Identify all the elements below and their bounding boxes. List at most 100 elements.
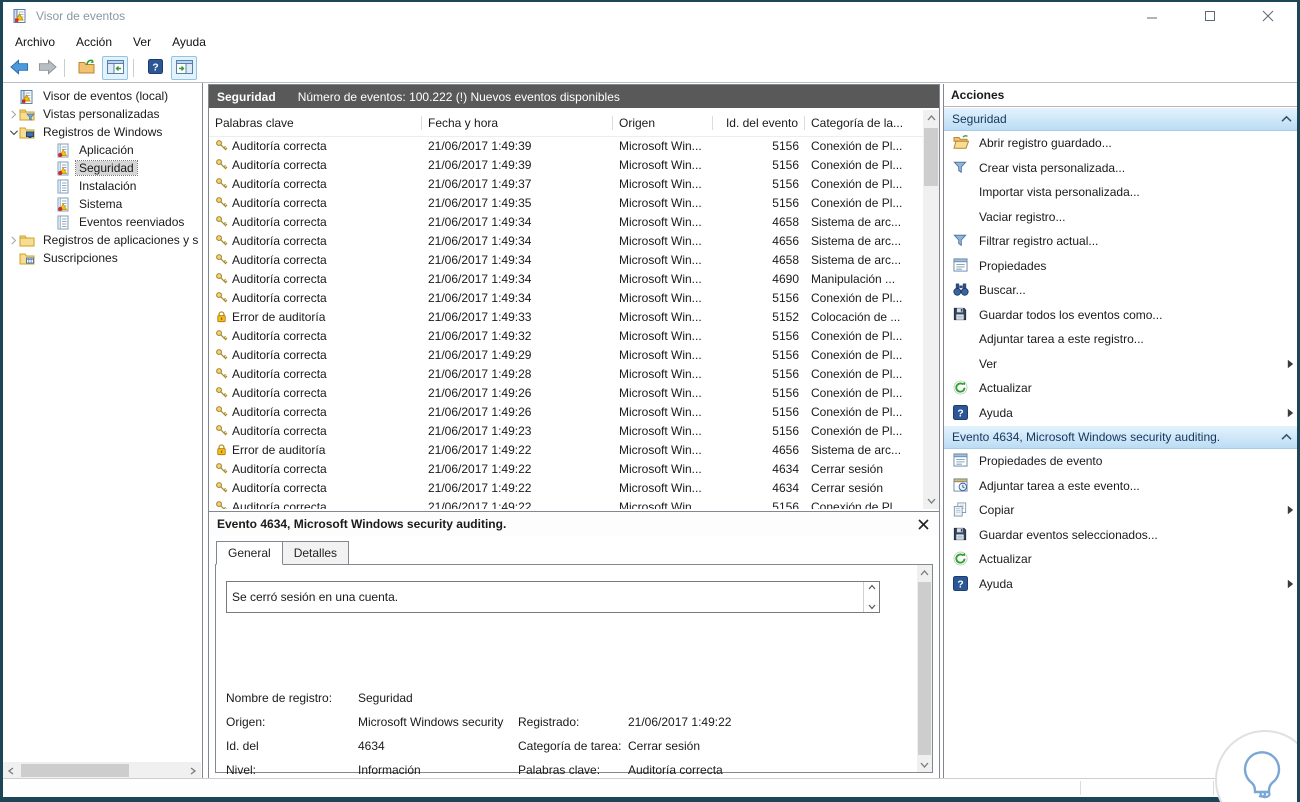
column-header-5[interactable]: Categoría de la... [805, 116, 923, 130]
menu-item-accin[interactable]: Acción [67, 32, 121, 52]
submenu-arrow-icon [1280, 505, 1297, 515]
sidebar-item-instalaci-n[interactable]: Instalación [3, 177, 202, 195]
preview-close-icon[interactable] [915, 516, 931, 532]
toolbar-forward-arrow-button[interactable] [35, 57, 59, 79]
action-item-actualizar[interactable]: Actualizar [944, 376, 1297, 401]
tree-horizontal-scrollbar[interactable] [3, 762, 201, 779]
sidebar-item-aplicaci-n[interactable]: Aplicación [3, 141, 202, 159]
toolbar-export-folder-button[interactable] [74, 57, 98, 79]
table-row[interactable]: Auditoría correcta 21/06/2017 1:49:34 Micr… [209, 231, 923, 250]
description-scroll-stepper[interactable] [863, 582, 879, 612]
table-row[interactable]: Auditoría correcta 21/06/2017 1:49:22 Micr… [209, 478, 923, 497]
action-item-actualizar[interactable]: Actualizar [944, 547, 1297, 572]
action-item-vaciar-registro[interactable]: Vaciar registro... [944, 205, 1297, 230]
table-row[interactable]: Auditoría correcta 21/06/2017 1:49:28 Micr… [209, 364, 923, 383]
column-header-2[interactable]: Fecha y hora [422, 116, 613, 130]
tree-scrollbar-thumb[interactable] [21, 764, 129, 777]
sidebar-item-visor-de-eventos-local-[interactable]: Visor de eventos (local) [3, 87, 202, 105]
action-item-copiar[interactable]: Copiar [944, 498, 1297, 523]
column-header-1[interactable]: Palabras clave [209, 116, 422, 130]
event-description-box[interactable]: Se cerró sesión en una cuenta. [226, 581, 880, 613]
tab-general[interactable]: General [216, 541, 283, 565]
category-cell: Conexión de Pl... [811, 176, 903, 191]
task-icon [953, 478, 969, 494]
scroll-left-icon[interactable] [3, 762, 19, 779]
table-row[interactable]: Auditoría correcta 21/06/2017 1:49:39 Micr… [209, 136, 923, 155]
menu-item-archivo[interactable]: Archivo [6, 32, 64, 52]
category-cell: Sistema de arc... [811, 252, 902, 267]
keywords-cell: Auditoría correcta [209, 139, 422, 153]
action-item-buscar[interactable]: Buscar... [944, 278, 1297, 303]
scroll-up-icon[interactable] [917, 565, 932, 580]
scroll-right-icon[interactable] [185, 762, 201, 779]
table-row[interactable]: Auditoría correcta 21/06/2017 1:49:34 Micr… [209, 250, 923, 269]
sidebar-item-sistema[interactable]: Sistema [3, 195, 202, 213]
sidebar-item-registros-de-aplicaciones-y-s[interactable]: Registros de aplicaciones y s [3, 231, 202, 249]
chevron-right-icon[interactable] [7, 236, 19, 245]
sidebar-item-eventos-reenviados[interactable]: Eventos reenviados [3, 213, 202, 231]
table-row[interactable]: Error de auditoría 21/06/2017 1:49:22 Micr… [209, 440, 923, 459]
collapse-icon[interactable] [1281, 430, 1292, 444]
sidebar-item-seguridad[interactable]: Seguridad [3, 159, 202, 177]
tab-detalles[interactable]: Detalles [282, 541, 350, 565]
action-item-guardar-eventos-seleccionados[interactable]: Guardar eventos seleccionados... [944, 523, 1297, 548]
scroll-down-icon[interactable] [923, 493, 939, 509]
sidebar-item-vistas-personalizadas[interactable]: Vistas personalizadas [3, 105, 202, 123]
action-item-abrir-registro-guardado[interactable]: Abrir registro guardado... [944, 131, 1297, 156]
table-row[interactable]: Auditoría correcta 21/06/2017 1:49:39 Micr… [209, 155, 923, 174]
date-cell: 21/06/2017 1:49:26 [428, 404, 532, 419]
action-item-importar-vista-personalizada[interactable]: Importar vista personalizada... [944, 180, 1297, 205]
scroll-up-icon[interactable] [923, 110, 939, 126]
close-button[interactable] [1259, 7, 1277, 25]
column-header-4[interactable]: Id. del evento [713, 116, 805, 130]
toolbar-back-arrow-button[interactable] [7, 57, 31, 79]
sidebar-item-registros-de-windows[interactable]: Registros de Windows [3, 123, 202, 141]
table-row[interactable]: Auditoría correcta 21/06/2017 1:49:22 Micr… [209, 459, 923, 478]
action-item-crear-vista-personalizada[interactable]: Crear vista personalizada... [944, 156, 1297, 181]
table-row[interactable]: Auditoría correcta 21/06/2017 1:49:34 Micr… [209, 288, 923, 307]
action-item-adjuntar-tarea-a-este-evento[interactable]: Adjuntar tarea a este evento... [944, 474, 1297, 499]
table-row[interactable]: Error de auditoría 21/06/2017 1:49:33 Micr… [209, 307, 923, 326]
table-row[interactable]: Auditoría correcta 21/06/2017 1:49:29 Micr… [209, 345, 923, 364]
keywords-cell: Auditoría correcta [209, 215, 422, 229]
table-row[interactable]: Auditoría correcta 21/06/2017 1:49:23 Micr… [209, 421, 923, 440]
collapse-icon[interactable] [1281, 112, 1292, 126]
table-row[interactable]: Auditoría correcta 21/06/2017 1:49:32 Micr… [209, 326, 923, 345]
action-item-filtrar-registro-actual[interactable]: Filtrar registro actual... [944, 229, 1297, 254]
list-scrollbar-thumb[interactable] [924, 128, 938, 186]
maximize-button[interactable] [1201, 7, 1219, 25]
action-item-propiedades-de-evento[interactable]: Propiedades de evento [944, 449, 1297, 474]
chevron-right-icon[interactable] [7, 110, 19, 119]
table-row[interactable]: Auditoría correcta 21/06/2017 1:49:22 Micr… [209, 497, 923, 509]
action-item-ayuda[interactable]: ? Ayuda [944, 401, 1297, 426]
action-item-propiedades[interactable]: Propiedades [944, 254, 1297, 279]
key-icon [215, 253, 228, 266]
action-item-guardar-todos-los-eventos-como[interactable]: Guardar todos los eventos como... [944, 303, 1297, 328]
table-row[interactable]: Auditoría correcta 21/06/2017 1:49:34 Micr… [209, 212, 923, 231]
action-item-ayuda[interactable]: ? Ayuda [944, 572, 1297, 597]
menu-item-ver[interactable]: Ver [124, 32, 160, 52]
toolbar-help-button[interactable]: ? [143, 57, 167, 79]
chevron-down-icon[interactable] [7, 128, 19, 137]
actions-section-header-2[interactable]: Evento 4634, Microsoft Windows security … [944, 425, 1297, 449]
preview-vertical-scrollbar[interactable] [917, 565, 932, 772]
action-item-ver[interactable]: Ver [944, 352, 1297, 377]
category-cell: Sistema de arc... [811, 233, 902, 248]
minimize-button[interactable] [1143, 7, 1161, 25]
action-item-label: Vaciar registro... [979, 209, 1066, 224]
menu-item-ayuda[interactable]: Ayuda [163, 32, 215, 52]
sidebar-item-suscripciones[interactable]: Suscripciones [3, 249, 202, 267]
scroll-down-icon[interactable] [917, 757, 932, 772]
table-row[interactable]: Auditoría correcta 21/06/2017 1:49:26 Micr… [209, 402, 923, 421]
table-row[interactable]: Auditoría correcta 21/06/2017 1:49:34 Micr… [209, 269, 923, 288]
toolbar-show-console-tree-button[interactable] [102, 56, 128, 80]
table-row[interactable]: Auditoría correcta 21/06/2017 1:49:37 Micr… [209, 174, 923, 193]
action-item-adjuntar-tarea-a-este-registro[interactable]: Adjuntar tarea a este registro... [944, 327, 1297, 352]
preview-scrollbar-thumb[interactable] [918, 582, 931, 755]
table-row[interactable]: Auditoría correcta 21/06/2017 1:49:26 Micr… [209, 383, 923, 402]
list-vertical-scrollbar[interactable] [923, 110, 939, 509]
column-header-3[interactable]: Origen [613, 116, 713, 130]
table-row[interactable]: Auditoría correcta 21/06/2017 1:49:35 Micr… [209, 193, 923, 212]
actions-section-header-1[interactable]: Seguridad [944, 107, 1297, 131]
toolbar-show-action-pane-button[interactable] [171, 56, 197, 80]
